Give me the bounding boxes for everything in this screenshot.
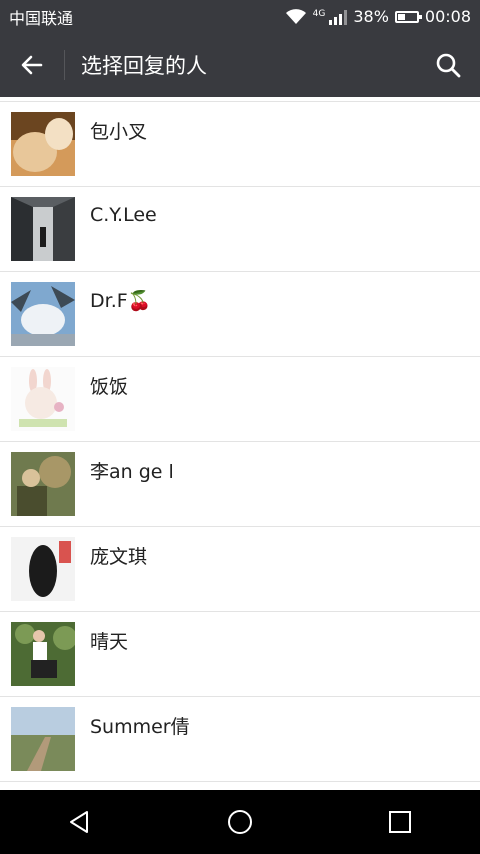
contact-row[interactable]: Summer倩 xyxy=(0,697,480,782)
avatar xyxy=(11,537,75,601)
contact-name: C.Y.Lee xyxy=(90,204,157,226)
contact-list[interactable]: 包小叉 C.Y.Lee Dr.F🍒 饭饭 李an ge l 庞文琪 晴天 Sum… xyxy=(0,97,480,790)
contact-name: Summer倩 xyxy=(90,715,190,738)
contact-row[interactable]: 李an ge l xyxy=(0,442,480,527)
network-type-label: 4G xyxy=(312,9,326,19)
status-bar: 中国联通 4G 38% 00:08 xyxy=(0,0,480,33)
circle-home-icon xyxy=(228,810,252,834)
contact-name: 饭饭 xyxy=(90,375,129,398)
contact-name: 李an ge l xyxy=(90,460,174,483)
avatar xyxy=(11,197,75,261)
contact-row[interactable]: 晴天 xyxy=(0,612,480,697)
nav-recents-button[interactable] xyxy=(360,790,440,854)
avatar xyxy=(11,452,75,516)
search-button[interactable] xyxy=(416,33,480,97)
contact-name: 庞文琪 xyxy=(90,545,148,568)
contact-row[interactable]: 庞文琪 xyxy=(0,527,480,612)
toolbar: 选择回复的人 xyxy=(0,33,480,97)
battery-level xyxy=(397,13,405,20)
battery-percent: 38% xyxy=(353,7,389,26)
avatar xyxy=(11,367,75,431)
toolbar-divider xyxy=(64,50,65,80)
triangle-back-icon xyxy=(70,811,88,833)
contact-row[interactable]: 包小叉 xyxy=(0,102,480,187)
square-recents-icon xyxy=(389,811,411,833)
contact-row[interactable]: 饭饭 xyxy=(0,357,480,442)
battery-icon xyxy=(394,10,422,23)
system-nav-bar xyxy=(0,790,480,854)
wifi-icon xyxy=(285,8,306,24)
nav-home-button[interactable] xyxy=(200,790,280,854)
status-icons: 4G 38% 00:08 xyxy=(285,7,471,26)
avatar xyxy=(11,112,75,176)
signal-icon xyxy=(329,9,348,25)
contact-row[interactable]: Dr.F🍒 xyxy=(0,272,480,357)
avatar xyxy=(11,622,75,686)
page-title: 选择回复的人 xyxy=(81,54,207,78)
clock: 00:08 xyxy=(424,7,471,26)
contact-name: Dr.F🍒 xyxy=(90,289,152,312)
avatar xyxy=(11,282,75,346)
carrier-label: 中国联通 xyxy=(9,8,74,28)
contact-row[interactable]: C.Y.Lee xyxy=(0,187,480,272)
nav-back-button[interactable] xyxy=(40,790,120,854)
contact-name: 包小叉 xyxy=(90,120,148,143)
contact-name: 晴天 xyxy=(90,630,129,653)
avatar xyxy=(11,707,75,771)
arrow-left-icon xyxy=(21,55,43,75)
search-icon xyxy=(436,53,461,78)
back-button[interactable] xyxy=(0,33,64,97)
